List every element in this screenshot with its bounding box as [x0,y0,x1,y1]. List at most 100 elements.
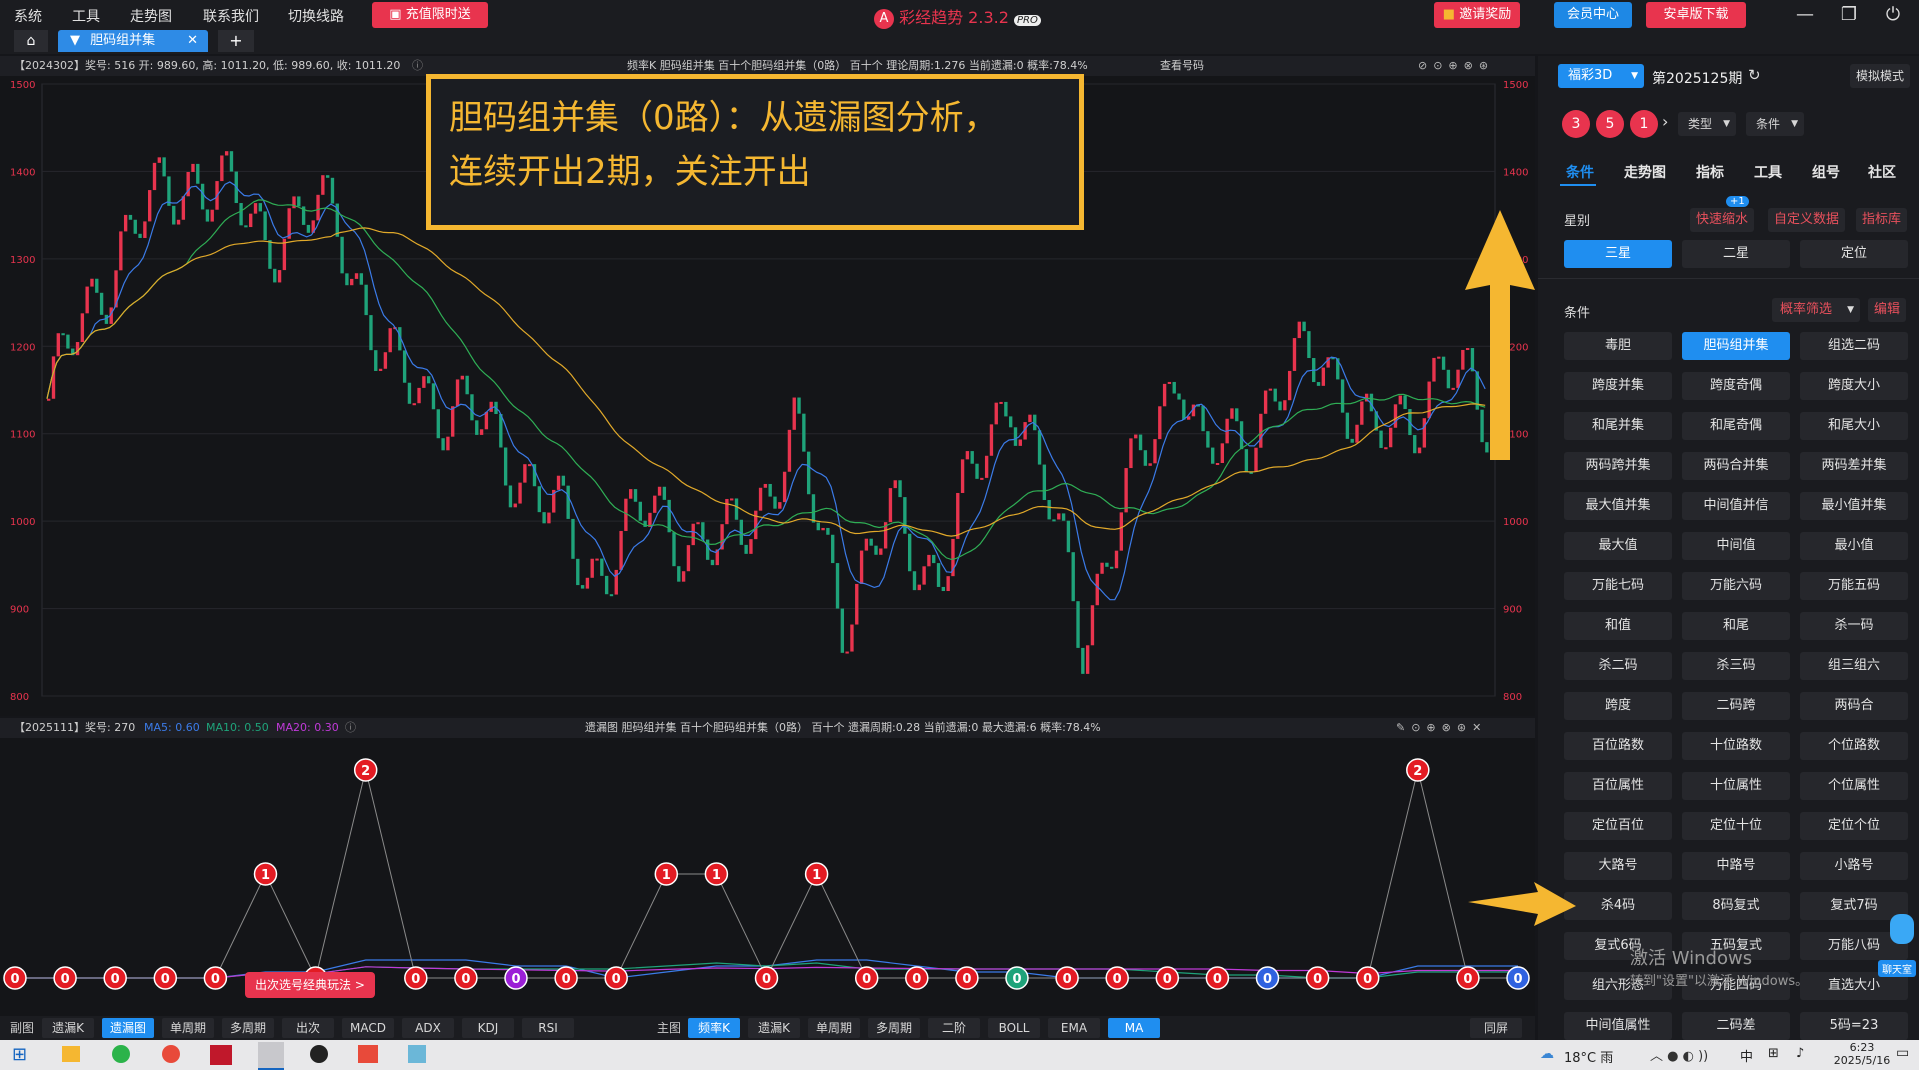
btab-frequency-k[interactable]: 频率K [688,1018,740,1038]
condition-button[interactable]: 两码差并集 [1800,452,1908,480]
btab-multi-period[interactable]: 多周期 [222,1018,274,1038]
next-icon[interactable]: › [1662,112,1668,131]
promo-button[interactable]: ▣ 充值限时送 [372,2,488,28]
condition-button[interactable]: 定位个位 [1800,812,1908,840]
condition-button[interactable]: 大路号 [1564,852,1672,880]
rtab-indicator[interactable]: 指标 [1696,162,1724,182]
condition-button[interactable]: 中路号 [1682,852,1790,880]
input-mode-icon[interactable]: ♪ [1796,1046,1804,1061]
btab-main-single[interactable]: 单周期 [808,1018,860,1038]
btab-main-multi[interactable]: 多周期 [868,1018,920,1038]
btab-same-screen[interactable]: 同屏 [1470,1018,1522,1038]
omit-info-icon[interactable]: ⓘ [345,718,356,738]
power-icon[interactable]: ⏻ [1878,2,1908,28]
condition-button[interactable]: 小路号 [1800,852,1908,880]
condition-button[interactable]: 毒胆 [1564,332,1672,360]
condition-button[interactable]: 胆码组并集 [1682,332,1790,360]
btab-count[interactable]: 出次 [282,1018,334,1038]
quick-shrink-link[interactable]: 快速缩水 [1690,208,1755,232]
qq-icon[interactable] [310,1045,328,1063]
android-download-button[interactable]: 安卓版下载 [1646,2,1746,28]
condition-button[interactable]: 万能六码 [1682,572,1790,600]
add-tab-button[interactable]: + [218,30,254,52]
condition-button[interactable]: 最大值并集 [1564,492,1672,520]
star-two[interactable]: 二星 [1682,240,1790,268]
rtab-group[interactable]: 组号 [1812,162,1840,182]
condition-button[interactable]: 中间值 [1682,532,1790,560]
condition-button[interactable]: 杀一码 [1800,612,1908,640]
condition-button[interactable]: 中间值并信 [1682,492,1790,520]
condition-button[interactable]: 个位属性 [1800,772,1908,800]
condition-button[interactable]: 杀二码 [1564,652,1672,680]
edit-link[interactable]: 编辑 [1868,298,1907,322]
condition-button[interactable]: 十位属性 [1682,772,1790,800]
condition-button[interactable]: 和尾并集 [1564,412,1672,440]
tab-dan-code-union[interactable]: ▼ 胆码组并集 ✕ [58,30,208,52]
btab-ema[interactable]: EMA [1048,1018,1100,1038]
condition-button[interactable]: 组三组六 [1800,652,1908,680]
weather-text[interactable]: 18°C 雨 [1564,1047,1613,1066]
btab-kdj[interactable]: KDJ [462,1018,514,1038]
app-icon-1[interactable] [210,1045,232,1065]
view-numbers-link[interactable]: 查看号码 [1160,56,1204,76]
menu-contact[interactable]: 联系我们 [203,6,259,26]
file-explorer-icon[interactable] [62,1046,80,1062]
condition-button[interactable]: 5码=23 [1800,1012,1908,1040]
condition-dropdown[interactable]: 条件 ▼ [1746,112,1804,136]
btab-omit-chart[interactable]: 遗漏图 [102,1018,154,1038]
condition-button[interactable]: 跨度大小 [1800,372,1908,400]
condition-button[interactable]: 最大值 [1564,532,1672,560]
app-icon-active[interactable] [258,1042,284,1070]
condition-button[interactable]: 十位路数 [1682,732,1790,760]
btab-single-period[interactable]: 单周期 [162,1018,214,1038]
tray-icons[interactable]: ︿ ● ◐ )) [1650,1045,1708,1064]
notes-icon[interactable] [408,1045,426,1063]
type-dropdown[interactable]: 类型 ▼ [1678,112,1736,136]
indicator-lib-link[interactable]: 指标库 [1856,208,1908,232]
condition-button[interactable]: 和值 [1564,612,1672,640]
classic-play-tooltip[interactable]: 出次选号经典玩法 > [245,972,375,998]
btab-macd[interactable]: MACD [342,1018,394,1038]
condition-button[interactable]: 复式7码 [1800,892,1908,920]
btab-ma[interactable]: MA [1108,1018,1160,1038]
chart-tool-icons[interactable]: ⊘⊙⊕⊗⊛ [1418,56,1494,76]
condition-button[interactable]: 定位百位 [1564,812,1672,840]
condition-button[interactable]: 二码差 [1682,1012,1790,1040]
chat-room-label[interactable]: 聊天室 [1878,960,1916,977]
omit-tool-icons[interactable]: ✎⊙⊕⊗⊛✕ [1396,718,1487,738]
condition-button[interactable]: 8码复式 [1682,892,1790,920]
condition-button[interactable]: 百位路数 [1564,732,1672,760]
condition-button[interactable]: 跨度奇偶 [1682,372,1790,400]
menu-tools[interactable]: 工具 [72,6,100,26]
windows-start-icon[interactable]: ⊞ [12,1044,27,1065]
sim-mode-button[interactable]: 模拟模式 [1850,64,1910,88]
keyboard-icon[interactable]: ⊞ [1768,1046,1779,1061]
condition-button[interactable]: 万能五码 [1800,572,1908,600]
probability-filter-dropdown[interactable]: 概率筛选 ▼ [1772,298,1860,322]
minimize-icon[interactable]: — [1790,2,1820,28]
rtab-community[interactable]: 社区 [1868,162,1896,182]
condition-button[interactable]: 跨度 [1564,692,1672,720]
btab-main-omit-k[interactable]: 遗漏K [748,1018,800,1038]
condition-button[interactable]: 二码跨 [1682,692,1790,720]
weather-icon[interactable]: ☁ [1540,1046,1554,1062]
wechat-icon[interactable] [112,1045,130,1063]
invite-button[interactable]: ■ 邀请奖励 [1434,2,1520,28]
condition-button[interactable]: 最小值并集 [1800,492,1908,520]
condition-button[interactable]: 最小值 [1800,532,1908,560]
btab-second-order[interactable]: 二阶 [928,1018,980,1038]
condition-button[interactable]: 定位十位 [1682,812,1790,840]
omit-chart[interactable]: 0000010200000110100000000000200 [0,738,1535,1018]
menu-trend[interactable]: 走势图 [130,6,172,26]
condition-button[interactable]: 组选二码 [1800,332,1908,360]
condition-button[interactable]: 两码合 [1800,692,1908,720]
btab-omit-k[interactable]: 遗漏K [42,1018,94,1038]
btab-boll[interactable]: BOLL [988,1018,1040,1038]
rtab-trend[interactable]: 走势图 [1624,162,1666,182]
star-position[interactable]: 定位 [1800,240,1908,268]
condition-button[interactable]: 杀三码 [1682,652,1790,680]
ime-indicator[interactable]: 中 [1740,1046,1753,1065]
rtab-condition[interactable]: 条件 [1566,162,1594,182]
rtab-tools[interactable]: 工具 [1754,162,1782,182]
restore-icon[interactable]: ❐ [1834,2,1864,28]
